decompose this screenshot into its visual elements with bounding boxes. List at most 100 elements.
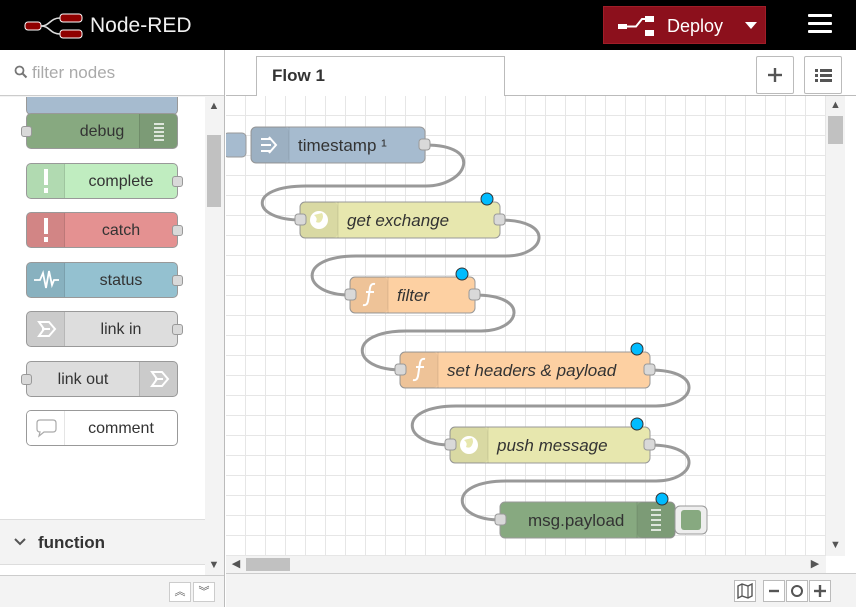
search-icon xyxy=(14,65,28,79)
scrollbar-thumb[interactable] xyxy=(246,558,290,571)
flow-list-button[interactable] xyxy=(804,56,842,94)
scroll-down-icon[interactable]: ▼ xyxy=(829,539,842,551)
globe-icon xyxy=(460,436,478,454)
workspace-footer xyxy=(226,573,856,607)
palette-node-label: link in xyxy=(100,321,142,338)
list-icon xyxy=(815,69,832,82)
zoom-out-button[interactable] xyxy=(763,580,785,602)
input-port xyxy=(394,363,407,376)
changed-indicator xyxy=(455,267,469,281)
flow-graph: timestamp ¹ get exchange filter set head… xyxy=(226,126,708,539)
palette-node-label: comment xyxy=(88,420,154,437)
palette-node-label: status xyxy=(99,272,143,289)
scroll-up-icon[interactable]: ▲ xyxy=(829,99,842,111)
scroll-left-icon[interactable]: ◀ xyxy=(230,557,242,570)
deploy-label: Deploy xyxy=(667,16,724,36)
palette-node-status[interactable]: status xyxy=(26,262,183,298)
canvas-vertical-scrollbar[interactable]: ▲ ▼ xyxy=(826,96,845,556)
circle-icon xyxy=(791,585,803,597)
hamburger-icon-line xyxy=(808,22,832,25)
flow-node-timestamp[interactable]: timestamp ¹ xyxy=(226,126,431,164)
output-port xyxy=(468,288,481,301)
map-icon xyxy=(737,582,753,600)
palette-scrollbar[interactable]: ▲ ▼ xyxy=(205,97,224,575)
scrollbar-thumb[interactable] xyxy=(207,135,221,207)
input-port xyxy=(444,438,457,451)
minus-icon xyxy=(769,589,779,593)
node-red-logo-icon xyxy=(24,13,83,39)
flow-node-label: get exchange xyxy=(347,211,449,230)
exclamation-icon xyxy=(27,213,65,247)
palette-node-debug[interactable]: debug xyxy=(21,113,178,149)
output-port xyxy=(643,438,656,451)
scroll-right-icon[interactable]: ▶ xyxy=(809,557,821,570)
plus-icon xyxy=(814,585,826,597)
link-out-icon xyxy=(139,362,177,396)
palette-node-comment[interactable]: comment xyxy=(26,410,178,446)
plus-icon xyxy=(768,68,782,82)
flow-node-label: filter xyxy=(397,286,430,305)
pulse-icon xyxy=(27,263,65,297)
input-port xyxy=(344,288,357,301)
add-flow-button[interactable] xyxy=(756,56,794,94)
flow-wires xyxy=(260,143,691,522)
flow-node-push-message[interactable]: push message xyxy=(444,417,656,464)
globe-icon xyxy=(310,211,328,229)
output-port xyxy=(172,275,183,286)
expand-all-icon[interactable]: ︾ xyxy=(193,582,215,602)
exclamation-icon xyxy=(27,164,65,198)
scrollbar-thumb[interactable] xyxy=(828,116,843,144)
navigator-button[interactable] xyxy=(734,580,756,602)
tab-flow-1[interactable]: Flow 1 xyxy=(256,56,505,97)
node-palette: debug complete catch status xyxy=(0,50,225,607)
input-port xyxy=(494,513,507,526)
palette-node-link-out[interactable]: link out xyxy=(21,361,178,397)
flow-node-filter[interactable]: filter xyxy=(344,267,481,314)
palette-node-catch[interactable]: catch xyxy=(26,212,183,248)
category-header-function[interactable]: function xyxy=(0,519,205,565)
flow-node-msg-payload[interactable]: msg.payload xyxy=(494,492,708,539)
palette-node-label: link out xyxy=(57,371,109,388)
chevron-down-icon[interactable] xyxy=(745,22,757,29)
palette-footer: ︽ ︾ xyxy=(0,575,224,607)
output-port xyxy=(172,176,183,187)
input-port xyxy=(21,374,32,385)
palette-node-label: complete xyxy=(88,173,154,190)
palette-filter xyxy=(0,50,224,96)
flow-node-set-headers-payload[interactable]: set headers & payload xyxy=(394,342,656,389)
output-port xyxy=(643,363,656,376)
zoom-in-button[interactable] xyxy=(809,580,831,602)
deploy-icon xyxy=(618,16,654,36)
input-port xyxy=(21,126,32,137)
collapse-all-icon[interactable]: ︽ xyxy=(169,582,191,602)
changed-indicator xyxy=(480,192,494,206)
scroll-up-icon[interactable]: ▲ xyxy=(208,101,220,112)
canvas-horizontal-scrollbar[interactable]: ◀ ▶ xyxy=(226,556,826,573)
scroll-down-icon[interactable]: ▼ xyxy=(208,560,220,571)
chevron-down-icon xyxy=(14,538,26,546)
main-menu-button[interactable] xyxy=(808,14,832,34)
output-port xyxy=(493,213,506,226)
flow-canvas[interactable]: timestamp ¹ get exchange filter set head… xyxy=(226,96,826,556)
changed-indicator xyxy=(655,492,669,506)
app-title: Node-RED xyxy=(90,14,192,37)
link-in-icon xyxy=(27,312,65,346)
category-label: function xyxy=(38,533,106,552)
output-port xyxy=(172,225,183,236)
changed-indicator xyxy=(630,417,644,431)
palette-node-link-in[interactable]: link in xyxy=(26,311,183,347)
header-bar: Node-RED Deploy xyxy=(0,0,856,50)
inject-button[interactable] xyxy=(226,132,247,158)
debug-list-icon xyxy=(139,114,177,148)
flow-node-label: msg.payload xyxy=(528,511,624,530)
deploy-button[interactable]: Deploy xyxy=(603,6,766,44)
hamburger-icon-line xyxy=(808,30,832,33)
tab-label: Flow 1 xyxy=(272,66,325,85)
flow-node-get-exchange[interactable]: get exchange xyxy=(294,192,506,239)
zoom-reset-button[interactable] xyxy=(786,580,808,602)
flow-node-label: set headers & payload xyxy=(447,361,617,380)
hamburger-icon xyxy=(808,14,832,17)
palette-node-complete[interactable]: complete xyxy=(26,163,183,199)
filter-nodes-input[interactable] xyxy=(30,61,210,85)
input-port xyxy=(294,213,307,226)
